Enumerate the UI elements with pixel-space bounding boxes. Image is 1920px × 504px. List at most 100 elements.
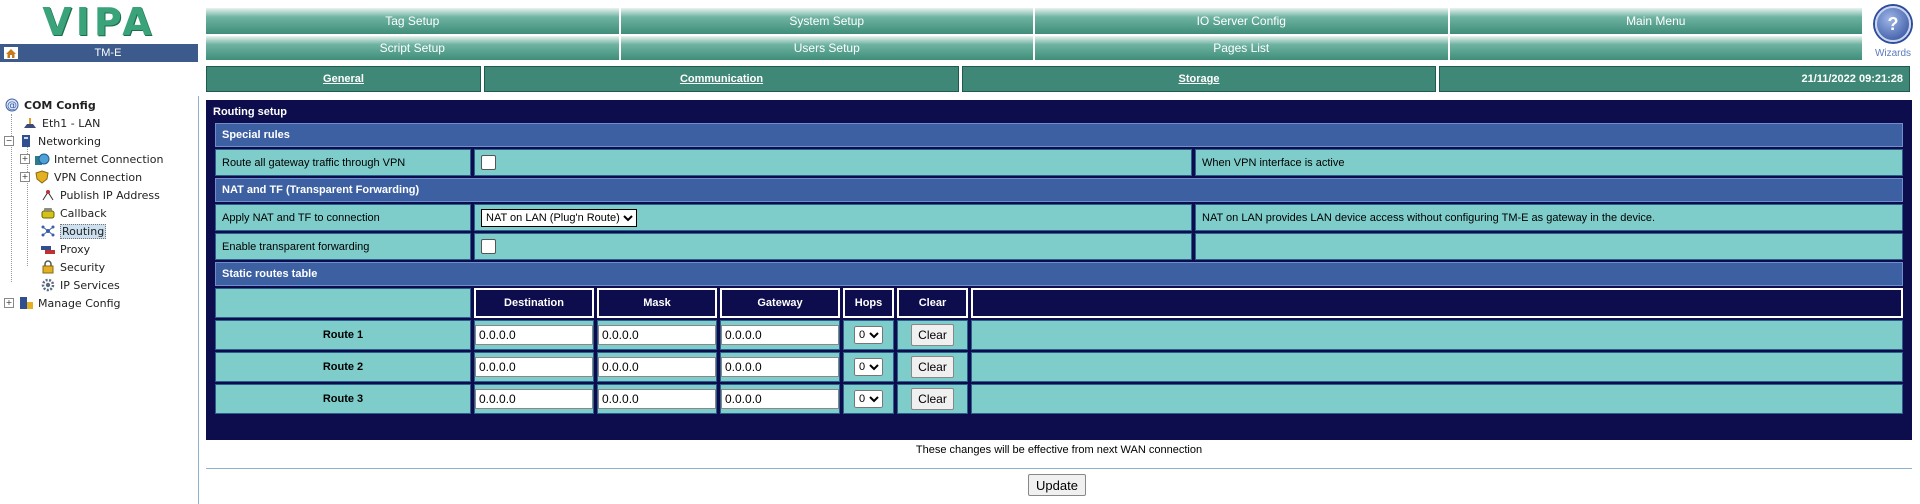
tree-label: Routing (60, 223, 107, 239)
tree-item-eth1-lan[interactable]: Eth1 - LAN (22, 114, 100, 132)
menu-users-setup[interactable]: Users Setup (620, 36, 1035, 60)
tf-checkbox[interactable] (481, 239, 496, 254)
effective-note: These changes will be effective from nex… (915, 444, 1203, 456)
tree-item-internet-connection[interactable]: + Internet Connection (20, 150, 163, 168)
device-bar: TM-E (0, 44, 198, 62)
tab-communication[interactable]: Communication (484, 66, 959, 92)
expand-icon[interactable]: + (20, 154, 30, 164)
destination-input[interactable] (475, 325, 593, 345)
vpn-route-note: When VPN interface is active (1195, 149, 1903, 176)
nat-apply-cell: NAT on LAN (Plug'n Route) (474, 204, 1192, 231)
tree-item-ip-services[interactable]: IP Services (40, 276, 120, 294)
tree-item-networking[interactable]: − Networking (4, 132, 101, 150)
gear-icon (40, 278, 56, 292)
network-icon (18, 134, 34, 148)
destination-input[interactable] (475, 389, 593, 409)
hops-select[interactable]: 0 (854, 358, 883, 376)
vipa-logo: VIPA (0, 0, 198, 44)
vpn-route-cell (474, 149, 1192, 176)
help-icon[interactable]: ? (1875, 6, 1911, 42)
tree-item-manage-config[interactable]: + Manage Config (4, 294, 120, 312)
gateway-input[interactable] (721, 325, 839, 345)
device-name: TM-E (94, 47, 122, 59)
mask-input[interactable] (598, 357, 716, 377)
gateway-cell (720, 384, 840, 414)
tree-item-vpn-connection[interactable]: + VPN Connection (20, 168, 142, 186)
destination-cell (474, 320, 594, 350)
hops-select[interactable]: 0 (854, 390, 883, 408)
home-icon[interactable] (4, 47, 18, 59)
mask-cell (597, 352, 717, 382)
tree-item-publish-ip-address[interactable]: Publish IP Address (40, 186, 160, 204)
tree-label: Publish IP Address (60, 188, 160, 202)
expand-icon[interactable]: + (4, 298, 14, 308)
tree-item-security[interactable]: Security (40, 258, 105, 276)
tree-label: IP Services (60, 278, 120, 292)
tree-item-routing[interactable]: Routing (40, 222, 107, 240)
gateway-input[interactable] (721, 389, 839, 409)
tree-label: COM Config (24, 98, 96, 112)
update-button[interactable]: Update (1028, 474, 1086, 496)
logo-text: VIPA (42, 0, 156, 44)
col-destination: Destination (474, 288, 594, 318)
collapse-icon[interactable]: − (4, 136, 14, 146)
lan-icon (22, 116, 38, 130)
hops-cell: 0 (843, 320, 894, 350)
col-clear: Clear (897, 288, 968, 318)
tf-label: Enable transparent forwarding (215, 233, 471, 260)
clear-cell: Clear (897, 320, 968, 350)
tf-cell (474, 233, 1192, 260)
mask-input[interactable] (598, 325, 716, 345)
tree-label: Security (60, 260, 106, 274)
menu-pages-list[interactable]: Pages List (1035, 36, 1450, 60)
route-name: Route 3 (215, 384, 471, 414)
gateway-input[interactable] (721, 357, 839, 377)
clear-button[interactable]: Clear (911, 324, 954, 346)
tree-item-callback[interactable]: Callback (40, 204, 107, 222)
expand-icon[interactable]: + (20, 172, 30, 182)
static-routes-heading: Static routes table (215, 262, 1903, 286)
nat-apply-note: NAT on LAN provides LAN device access wi… (1195, 204, 1903, 231)
special-rules-heading: Special rules (215, 123, 1903, 147)
tab-general[interactable]: General (206, 66, 481, 92)
menu-io-server-config[interactable]: IO Server Config (1035, 8, 1450, 34)
manage-config-icon (18, 296, 34, 310)
table-row: Route 1 0 Clear (215, 320, 1903, 350)
tree-item-proxy[interactable]: Proxy (40, 240, 90, 258)
mask-cell (597, 320, 717, 350)
menu-script-setup[interactable]: Script Setup (206, 36, 621, 60)
tf-row: Enable transparent forwarding (215, 233, 1903, 260)
menu-system-setup[interactable]: System Setup (620, 8, 1035, 34)
tab-storage[interactable]: Storage (962, 66, 1436, 92)
mask-input[interactable] (598, 389, 716, 409)
phone-icon (40, 206, 56, 220)
clear-button[interactable]: Clear (911, 356, 954, 378)
top-menu-row-2: Script Setup Users Setup Pages List (206, 36, 1862, 60)
config-tree: @ COM Config Eth1 - LAN − Networking + I… (0, 96, 199, 504)
hops-select[interactable]: 0 (854, 326, 883, 344)
nat-apply-row: Apply NAT and TF to connection NAT on LA… (215, 204, 1903, 231)
nat-apply-label: Apply NAT and TF to connection (215, 204, 471, 231)
wizards-label[interactable]: Wizards (1875, 48, 1911, 59)
tf-note (1195, 233, 1903, 260)
menu-tag-setup[interactable]: Tag Setup (206, 8, 621, 34)
destination-input[interactable] (475, 357, 593, 377)
nat-connection-select[interactable]: NAT on LAN (Plug'n Route) (481, 208, 637, 227)
tree-label: Eth1 - LAN (42, 116, 101, 130)
tree-label: Networking (38, 134, 101, 148)
vpn-route-checkbox[interactable] (481, 155, 496, 170)
tree-item-com-config[interactable]: @ COM Config (4, 96, 96, 114)
menu-main-menu[interactable]: Main Menu (1449, 8, 1862, 34)
hops-cell: 0 (843, 352, 894, 382)
hops-cell: 0 (843, 384, 894, 414)
mask-cell (597, 384, 717, 414)
col-hops: Hops (843, 288, 894, 318)
panel-title: Routing setup (213, 106, 287, 118)
menu-empty (1449, 36, 1862, 60)
globe-icon (34, 152, 50, 166)
clear-button[interactable]: Clear (911, 388, 954, 410)
wizards-button[interactable]: ? Wizards (1866, 6, 1920, 62)
static-routes-header: Destination Mask Gateway Hops Clear (215, 288, 1903, 318)
route-spacer (971, 320, 1903, 350)
lock-icon (40, 260, 56, 274)
